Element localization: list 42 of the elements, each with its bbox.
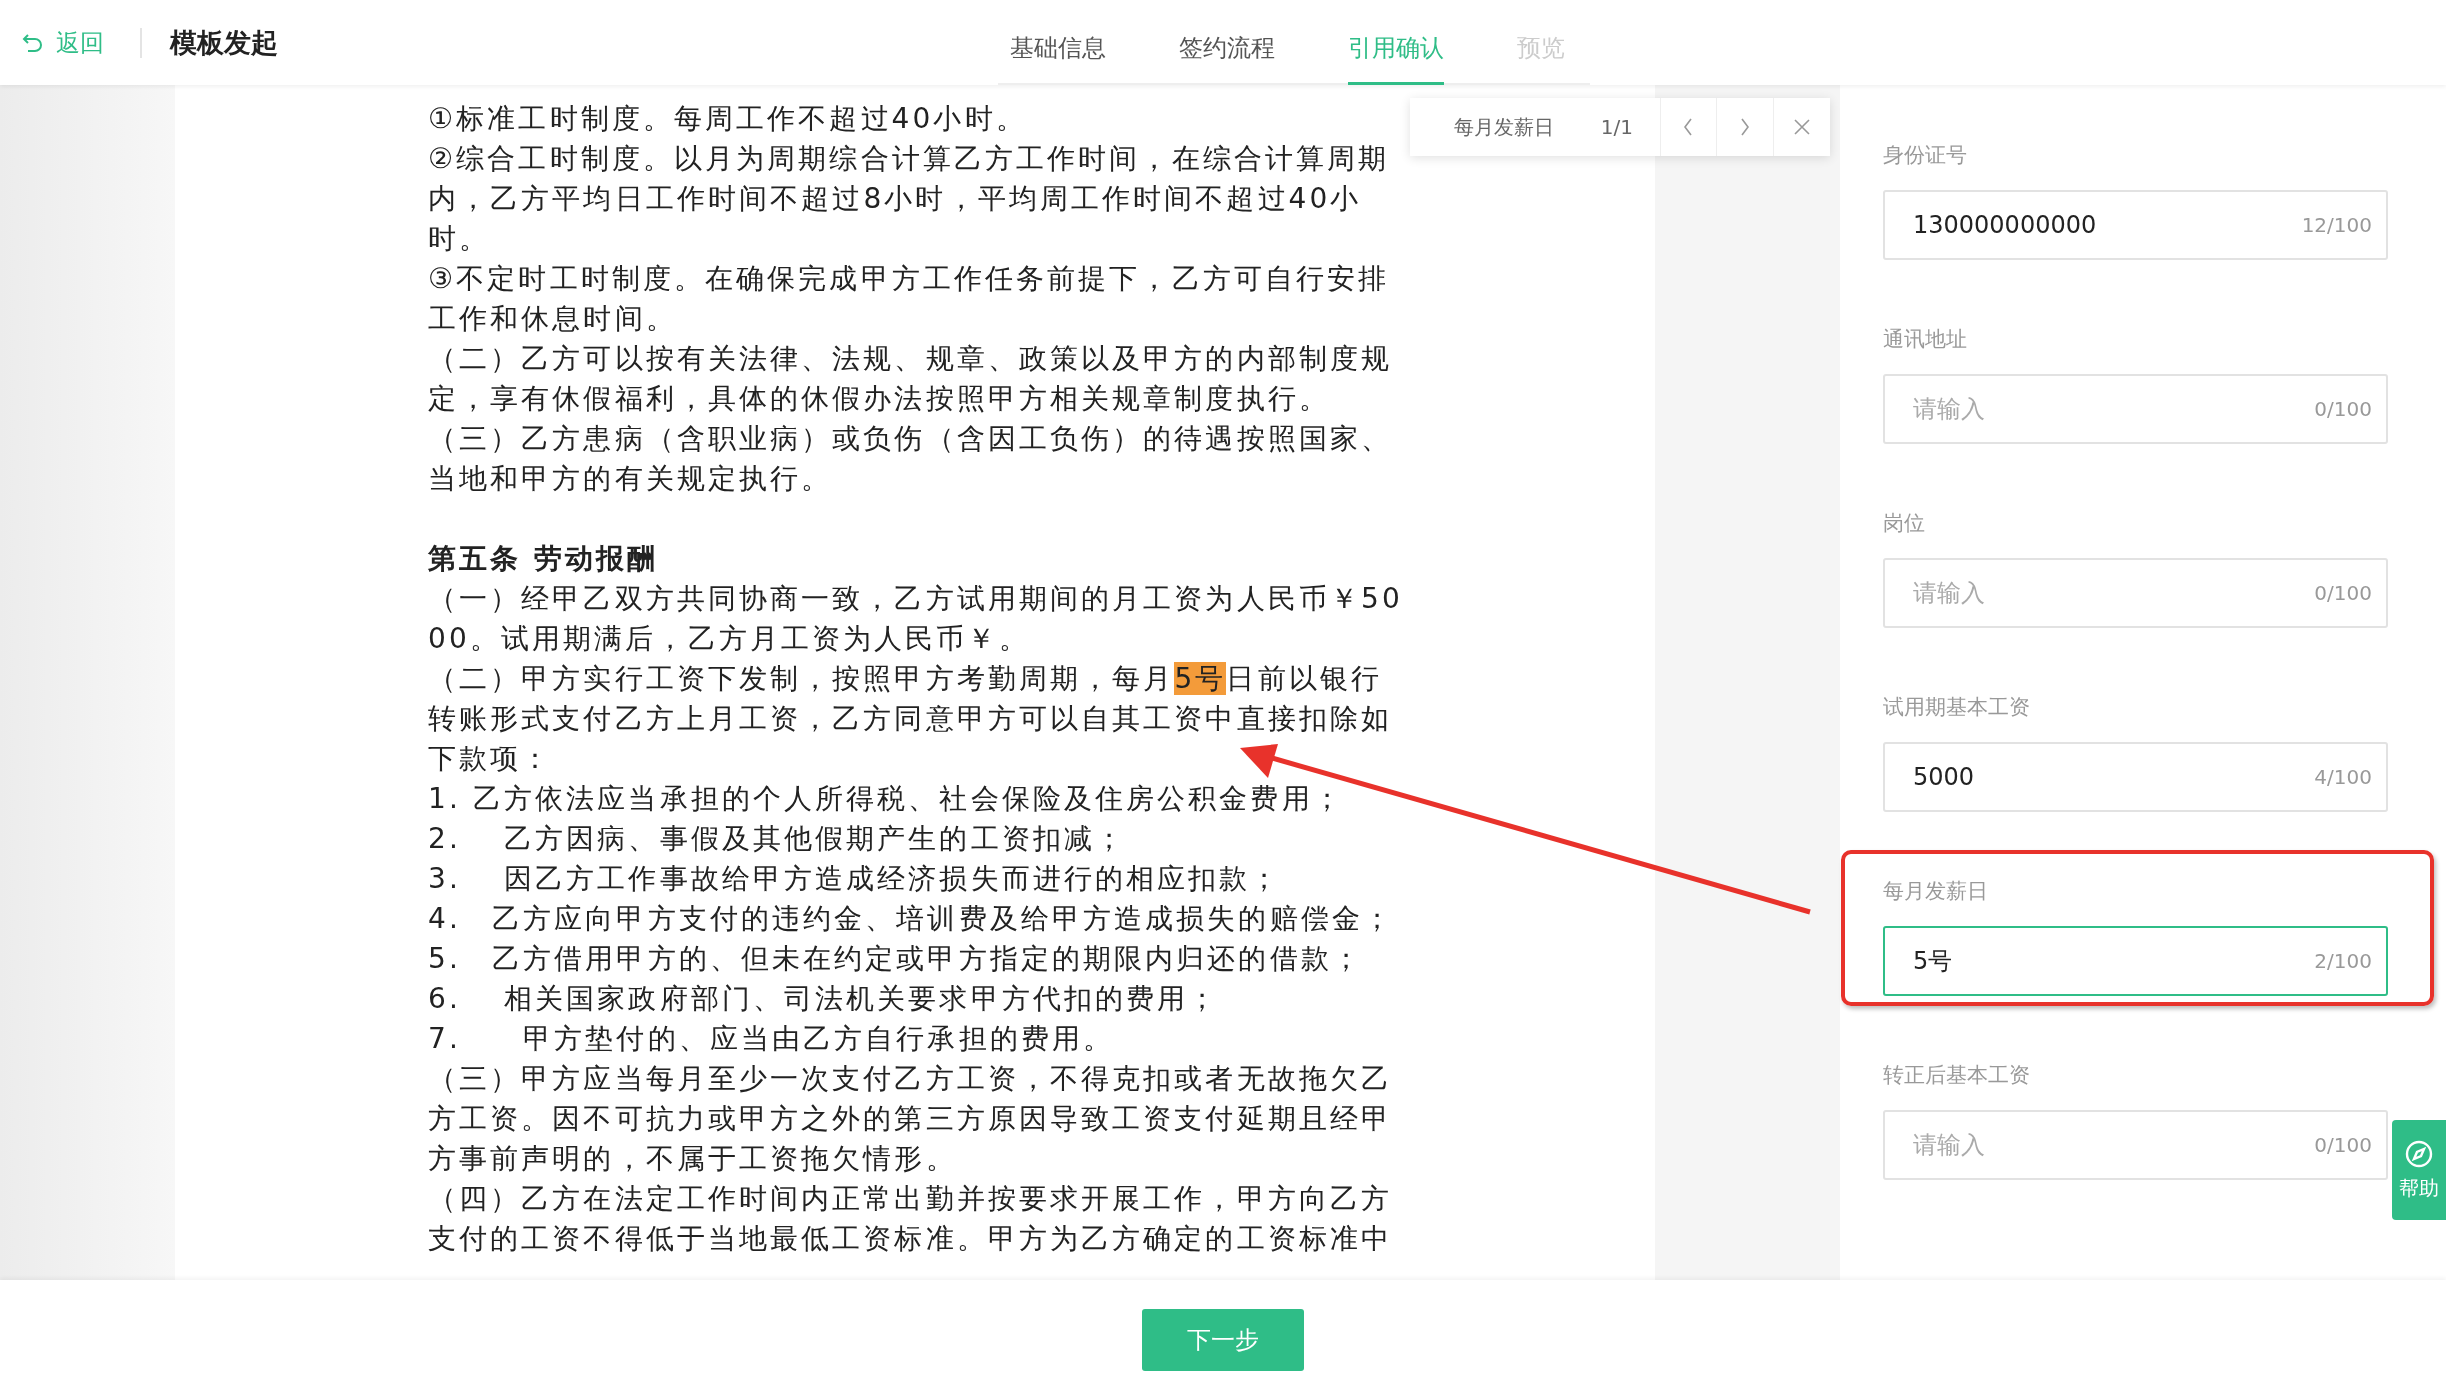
character-counter: 0/100 bbox=[2314, 397, 2372, 421]
paragraph: （一）经甲乙双方共同协商一致，乙方试用期间的月工资为人民币￥5000。试用期满后，乙方月工资为人民币￥。 bbox=[428, 581, 1403, 657]
character-counter: 2/100 bbox=[2314, 949, 2372, 973]
close-icon bbox=[1794, 119, 1811, 135]
section-heading: 第五条 劳动报酬 bbox=[428, 541, 660, 577]
paragraph: ①标准工时制度。每周工作不超过40小时。 bbox=[428, 101, 1028, 137]
page-title: 模板发起 bbox=[170, 25, 278, 60]
field-label: 通讯地址 bbox=[1883, 326, 1968, 353]
paragraph: 6. 相关国家政府部门、司法机关要求甲方代扣的费用； bbox=[428, 981, 1221, 1017]
paragraph: 5. 乙方借用甲方的、但未在约定或甲方指定的期限内归还的借款； bbox=[428, 941, 1364, 977]
chevron-left-icon bbox=[1683, 118, 1694, 136]
paragraph: 3. 因乙方工作事故给甲方造成经济损失而进行的相应扣款； bbox=[428, 861, 1283, 897]
field-label: 身份证号 bbox=[1883, 142, 1968, 169]
character-counter: 0/100 bbox=[2314, 581, 2372, 605]
undo-icon bbox=[22, 32, 44, 53]
next-match-button[interactable] bbox=[1716, 98, 1774, 156]
paragraph: 2. 乙方因病、事假及其他假期产生的工资扣减； bbox=[428, 821, 1127, 857]
character-counter: 4/100 bbox=[2314, 765, 2372, 789]
paragraph: ②综合工时制度。以月为周期综合计算乙方工作时间，在综合计算周期内，乙方平均日工作时间不超过8小时，平均周工作时间不超过40小时。 bbox=[428, 141, 1391, 257]
paragraph: （二）甲方实行工资下发制，按照甲方考勤周期，每月 5号 日前以银行转账形式支付乙方上月工资，乙方同意甲方可以自其工资中直接扣除如下款项： bbox=[428, 661, 1394, 777]
previous-button[interactable] bbox=[1659, 98, 1717, 156]
match-count: 1/1 bbox=[1600, 115, 1635, 139]
paragraph: （四）乙方在法定工作时间内正常出勤并按要求开展工作，甲方向乙方支付的工资不得低于当地最低工资标准。甲方为乙方确定的工资标准中 bbox=[428, 1181, 1394, 1257]
character-counter: 0/100 bbox=[2314, 1133, 2372, 1157]
tab[interactable]: 签约流程 bbox=[1179, 32, 1275, 85]
compass-icon bbox=[2404, 1138, 2434, 1169]
close-button[interactable] bbox=[1773, 98, 1830, 156]
tab[interactable]: 基础信息 bbox=[1010, 32, 1106, 85]
paragraph: 4. 乙方应向甲方支付的违约金、培训费及给甲方造成损失的赔偿金； bbox=[428, 901, 1395, 937]
paragraph: ③不定时工时制度。在确保完成甲方工作任务前提下，乙方可自行安排工作和休息时间。 bbox=[428, 261, 1391, 337]
field-label: 岗位 bbox=[1883, 510, 1926, 537]
search-query: 每月发薪日 bbox=[1454, 113, 1555, 141]
chevron-right-icon bbox=[1740, 118, 1751, 136]
field-label: 试用期基本工资 bbox=[1883, 694, 2031, 721]
paragraph: 1. 乙方依法应当承担的个人所得税、社会保险及住房公积金费用； bbox=[428, 781, 1345, 817]
field-label: 每月发薪日 bbox=[1883, 878, 1989, 905]
paragraph: （三）甲方应当每月至少一次支付乙方工资，不得克扣或者无故拖欠乙方工资。因不可抗力或甲方之外的第三方原因导致工资支付延期且经甲方事前声明的，不属于工资拖欠情形。 bbox=[428, 1061, 1394, 1177]
paragraph: 7. 甲方垫付的、应当由乙方自行承担的费用。 bbox=[428, 1021, 1115, 1057]
paragraph: （二）乙方可以按有关法律、法规、规章、政策以及甲方的内部制度规定，享有休假福利，具体的休假办法按照甲方相关规章制度执行。 bbox=[428, 341, 1394, 417]
field-label: 转正后基本工资 bbox=[1883, 1062, 2031, 1089]
paragraph: （三）乙方患病（含职业病）或负伤（含因工负伤）的待遇按照国家、当地和甲方的有关规定执行。 bbox=[428, 421, 1394, 497]
character-counter: 12/100 bbox=[2301, 213, 2372, 237]
